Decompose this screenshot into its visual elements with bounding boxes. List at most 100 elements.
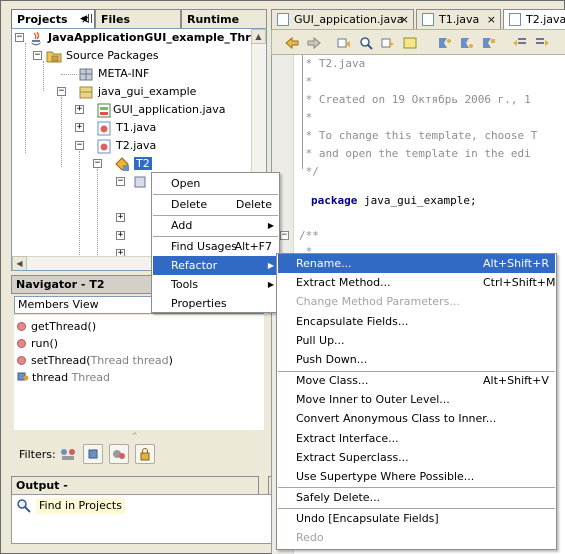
editor-tab-strip: GUI_appication.java × T1.java × T2.java [271, 9, 565, 29]
code-line: * and open the template in the edi [299, 147, 531, 160]
tree-source-packages[interactable]: Source Packages [66, 47, 159, 65]
menu-item-encapsulate-fields[interactable]: Encapsulate Fields... [278, 312, 555, 331]
fold-toggle-icon[interactable]: − [280, 231, 289, 240]
menu-item-refactor[interactable]: Refactor ▶ [153, 256, 278, 275]
method-icon [17, 322, 26, 331]
expand-node-toggle[interactable]: + [116, 231, 125, 240]
java-project-icon [28, 30, 44, 46]
tree-guide [25, 43, 26, 153]
submenu-arrow-icon: ▶ [267, 280, 274, 289]
collapse-root-toggle[interactable]: − [15, 33, 24, 42]
tree-file-t1[interactable]: T1.java [116, 119, 156, 137]
menu-item-convert-anonymous[interactable]: Convert Anonymous Class to Inner... [278, 409, 555, 428]
menu-item-pull-up[interactable]: Pull Up... [278, 331, 555, 350]
forward-icon[interactable] [306, 35, 322, 51]
previous-bookmark-icon[interactable] [436, 35, 452, 51]
find-previous-icon[interactable] [336, 35, 352, 51]
menu-item-open[interactable]: Open [153, 174, 278, 193]
field-icon [17, 370, 29, 381]
tab-gui-application-label: GUI_appication.java [294, 13, 404, 26]
tab-t2-label: T2.java [526, 13, 565, 26]
filter-static-button[interactable] [109, 444, 129, 464]
tree-package[interactable]: java_gui_example [98, 83, 196, 101]
menu-item-label: Delete [171, 198, 208, 211]
menu-item-push-down[interactable]: Push Down... [278, 350, 555, 369]
member-item[interactable]: thread Thread [17, 369, 110, 386]
toggle-highlight-icon[interactable] [402, 35, 418, 51]
expand-file-toggle[interactable]: + [75, 123, 84, 132]
tab-runtime[interactable]: Runtime [181, 9, 267, 29]
menu-item-accelerator: Delete [235, 198, 272, 211]
menu-item-find-usages[interactable]: Find Usages Alt+F7 [153, 237, 278, 256]
navigator-members-list: getThread() run() setThread(Thread threa… [14, 315, 264, 430]
tree-file-t2[interactable]: T2.java [116, 137, 156, 155]
menu-item-extract-superclass[interactable]: Extract Superclass... [278, 448, 555, 467]
menu-item-extract-method[interactable]: Extract Method... Ctrl+Shift+M [278, 273, 556, 292]
menu-item-properties[interactable]: Properties [153, 294, 278, 313]
tab-files[interactable]: Files [95, 9, 181, 29]
menu-item-redo[interactable]: Redo [278, 528, 555, 547]
context-menu: Open Delete Delete Add ▶ Find Usages Alt+F7… [151, 172, 280, 313]
menu-item-label: Redo [296, 531, 324, 544]
tab-t2[interactable]: T2.java [503, 9, 565, 29]
menu-item-label: Move Class... [296, 374, 369, 387]
find-in-projects-item[interactable]: Find in Projects [36, 498, 125, 514]
member-item[interactable]: setThread(Thread thread) [17, 352, 173, 369]
tab-t1[interactable]: T1.java × [416, 9, 501, 29]
collapse-source-toggle[interactable]: − [33, 51, 42, 60]
menu-item-use-supertype[interactable]: Use Supertype Where Possible... [278, 467, 555, 486]
form-file-icon [96, 102, 112, 118]
tree-guide [61, 74, 77, 75]
menu-item-undo[interactable]: Undo [Encapsulate Fields] [278, 509, 555, 528]
menu-item-tools[interactable]: Tools ▶ [153, 275, 278, 294]
filter-inherited-icon[interactable] [58, 444, 78, 464]
menu-item-label: Tools [171, 278, 199, 291]
scroll-left-icon[interactable]: ◀ [12, 256, 27, 270]
tab-t1-close-icon[interactable]: × [487, 10, 496, 29]
expand-file-toggle[interactable]: + [75, 105, 84, 114]
tab-projects[interactable]: Projects ◀|| × [11, 9, 95, 29]
member-suffix: ) [168, 354, 173, 367]
shift-right-icon[interactable] [534, 35, 550, 51]
tab-gui-application[interactable]: GUI_appication.java × [271, 9, 414, 29]
menu-item-change-method-parameters[interactable]: Change Method Parameters... [278, 292, 555, 311]
panel-resize-grip-icon[interactable]: ⌃ [131, 432, 139, 442]
tab-output[interactable]: Output - JavaApplicationGUI_example_... [11, 476, 259, 509]
member-item[interactable]: run() [17, 335, 58, 352]
filter-private-button[interactable] [135, 444, 155, 464]
code-keyword: package [311, 194, 358, 207]
scroll-up-icon[interactable]: ▲ [251, 29, 266, 44]
code-line: * T2.java [299, 57, 366, 70]
menu-item-safely-delete[interactable]: Safely Delete... [278, 488, 555, 507]
tree-file-gui-application[interactable]: GUI_application.java [113, 101, 226, 119]
menu-item-label: Convert Anonymous Class to Inner... [296, 412, 497, 425]
filter-fields-button[interactable] [83, 444, 103, 464]
expand-node-toggle[interactable]: − [116, 177, 125, 186]
tab-projects-close-icon[interactable]: × [81, 10, 90, 29]
collapse-file-toggle[interactable]: − [75, 141, 84, 150]
expand-node-toggle[interactable]: + [116, 213, 125, 222]
member-item[interactable]: getThread() [17, 318, 96, 335]
tree-meta-inf[interactable]: META-INF [98, 65, 149, 83]
find-next-icon[interactable] [380, 35, 396, 51]
tab-gui-application-close-icon[interactable]: × [400, 10, 409, 29]
editor-toolbar [271, 29, 565, 55]
menu-item-move-inner[interactable]: Move Inner to Outer Level... [278, 390, 555, 409]
shift-left-icon[interactable] [512, 35, 528, 51]
toggle-bookmark-icon[interactable] [480, 35, 496, 51]
back-icon[interactable] [284, 35, 300, 51]
collapse-package-toggle[interactable]: − [57, 87, 66, 96]
find-selection-icon[interactable] [358, 35, 374, 51]
collapse-class-toggle[interactable]: − [93, 159, 102, 168]
tree-root-project[interactable]: JavaApplicationGUI_example_Thr [48, 29, 251, 47]
tree-class-t2[interactable]: T2 [134, 155, 152, 173]
menu-item-delete[interactable]: Delete Delete [153, 195, 278, 214]
search-icon [16, 498, 32, 514]
menu-item-rename[interactable]: Rename... Alt+Shift+R [278, 254, 555, 273]
menu-item-extract-interface[interactable]: Extract Interface... [278, 429, 555, 448]
menu-item-add[interactable]: Add ▶ [153, 216, 278, 235]
next-bookmark-icon[interactable] [458, 35, 474, 51]
method-icon [17, 339, 26, 348]
menu-item-move-class[interactable]: Move Class... Alt+Shift+V [278, 371, 555, 390]
menu-item-label: Encapsulate Fields... [296, 315, 409, 328]
